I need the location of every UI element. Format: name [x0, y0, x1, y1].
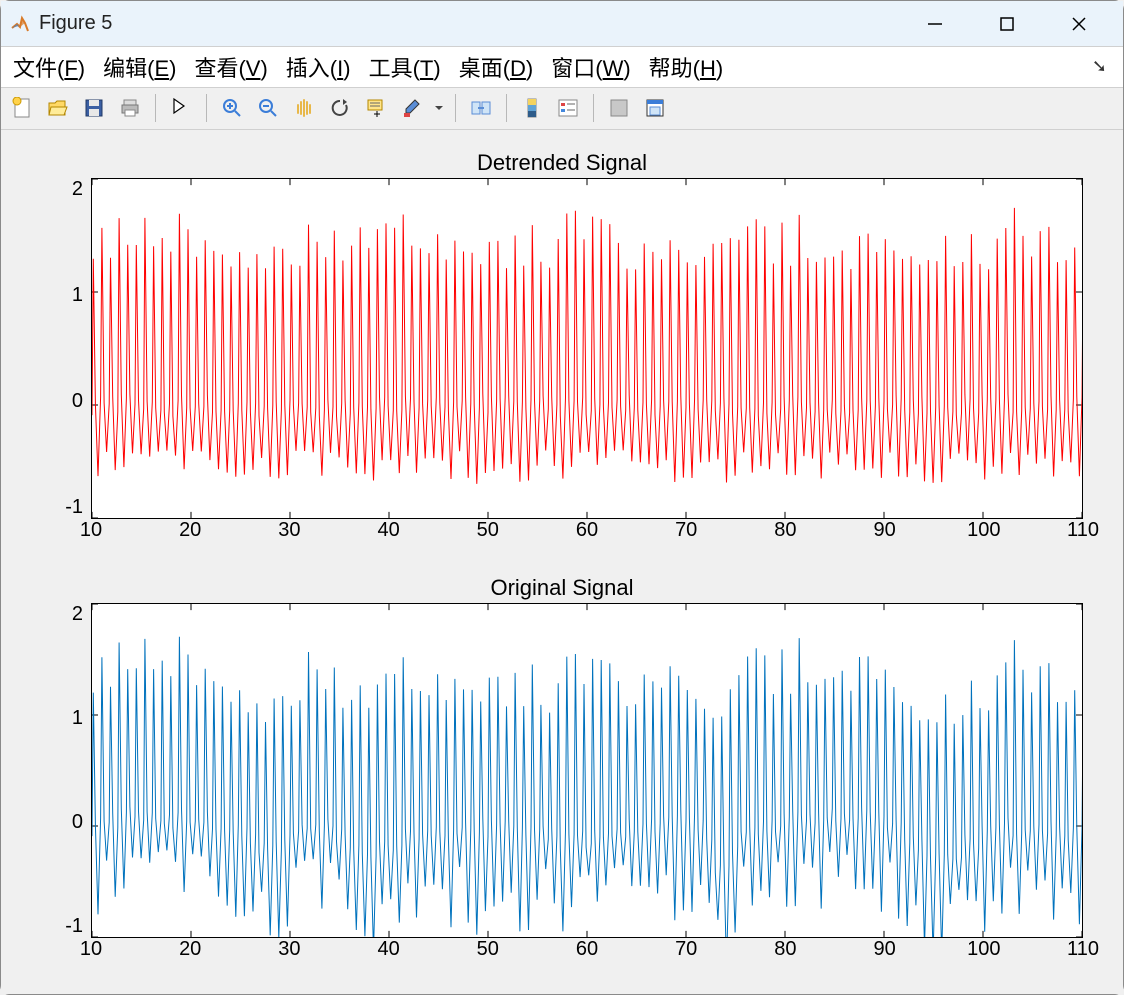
y-tick: 2: [72, 178, 83, 201]
menubar: 文件(F) 编辑(E) 查看(V) 插入(I) 工具(T) 桌面(D) 窗口(W…: [1, 47, 1123, 87]
x-tick: 80: [774, 938, 796, 961]
x-tick: 40: [377, 519, 399, 542]
x-tick: 70: [675, 519, 697, 542]
x-tick: 10: [80, 938, 102, 961]
x-tick: 100: [967, 938, 1000, 961]
menu-edit[interactable]: 编辑(E): [99, 49, 180, 85]
close-button[interactable]: [1055, 6, 1103, 42]
rotate-button[interactable]: [325, 93, 355, 123]
x-tick: 60: [576, 519, 598, 542]
menu-help[interactable]: 帮助(H): [645, 49, 728, 85]
x-tick: 80: [774, 519, 796, 542]
minimize-button[interactable]: [911, 6, 959, 42]
matlab-icon: [9, 13, 31, 35]
print-button[interactable]: [115, 93, 145, 123]
axes-1[interactable]: 2 1 0 -1: [41, 178, 1083, 519]
x-axis-1: 102030405060708090100110: [91, 519, 1083, 545]
link-button[interactable]: [466, 93, 496, 123]
x-tick: 110: [1067, 519, 1099, 542]
x-tick: 20: [179, 519, 201, 542]
toolbar-separator: [155, 94, 156, 122]
plot-area: Detrended Signal 2 1 0 -1 10203040506070…: [1, 130, 1123, 994]
x-tick: 100: [967, 519, 1000, 542]
x-tick: 10: [80, 519, 102, 542]
zoom-out-button[interactable]: [253, 93, 283, 123]
y-axis-2: 2 1 0 -1: [41, 603, 91, 938]
x-tick: 90: [873, 519, 895, 542]
show-tools-button[interactable]: [640, 93, 670, 123]
y-tick: 2: [72, 603, 83, 626]
y-tick: 0: [72, 811, 83, 834]
menu-window[interactable]: 窗口(W): [547, 49, 634, 85]
pan-button[interactable]: [289, 93, 319, 123]
x-tick: 20: [179, 938, 201, 961]
titlebar: Figure 5: [1, 1, 1123, 47]
x-tick: 50: [477, 519, 499, 542]
plot-title-2: Original Signal: [41, 575, 1083, 601]
x-tick: 60: [576, 938, 598, 961]
legend-button[interactable]: [553, 93, 583, 123]
subplot-1: Detrended Signal 2 1 0 -1 10203040506070…: [41, 150, 1083, 545]
new-figure-button[interactable]: [7, 93, 37, 123]
window-title: Figure 5: [39, 12, 911, 35]
x-tick: 110: [1067, 938, 1099, 961]
menu-insert[interactable]: 插入(I): [282, 49, 355, 85]
x-axis-2: 102030405060708090100110: [91, 938, 1083, 964]
toolbar-separator: [506, 94, 507, 122]
toolbar-separator: [206, 94, 207, 122]
figure-window: Figure 5 文件(F) 编辑(E) 查看(V) 插入(I) 工具(T) 桌…: [0, 0, 1124, 995]
toolbar-separator: [455, 94, 456, 122]
x-tick: 90: [873, 938, 895, 961]
toolbar-separator: [593, 94, 594, 122]
brush-dropdown-button[interactable]: [433, 93, 445, 123]
data-cursor-button[interactable]: [361, 93, 391, 123]
menu-view[interactable]: 查看(V): [190, 49, 271, 85]
brush-button[interactable]: [397, 93, 427, 123]
axes-2[interactable]: 2 1 0 -1: [41, 603, 1083, 938]
edit-plot-button[interactable]: [166, 93, 196, 123]
hide-tools-button[interactable]: [604, 93, 634, 123]
maximize-button[interactable]: [983, 6, 1031, 42]
menu-dock-arrow-icon[interactable]: ➘: [1092, 56, 1115, 77]
subplot-2: Original Signal 2 1 0 -1 102030405060708…: [41, 575, 1083, 964]
zoom-in-button[interactable]: [217, 93, 247, 123]
save-button[interactable]: [79, 93, 109, 123]
y-axis-1: 2 1 0 -1: [41, 178, 91, 519]
menu-file[interactable]: 文件(F): [9, 49, 89, 85]
y-tick: -1: [65, 915, 83, 938]
menu-desktop[interactable]: 桌面(D): [455, 49, 538, 85]
menu-tools[interactable]: 工具(T): [365, 49, 445, 85]
colorbar-button[interactable]: [517, 93, 547, 123]
x-tick: 30: [278, 519, 300, 542]
x-tick: 40: [377, 938, 399, 961]
y-tick: -1: [65, 496, 83, 519]
x-tick: 70: [675, 938, 697, 961]
x-tick: 30: [278, 938, 300, 961]
y-tick: 0: [72, 390, 83, 413]
window-controls: [911, 6, 1103, 42]
plot-title-1: Detrended Signal: [41, 150, 1083, 176]
y-tick: 1: [72, 284, 83, 307]
plot-box-1[interactable]: [91, 178, 1083, 519]
plot-box-2[interactable]: [91, 603, 1083, 938]
x-tick: 50: [477, 938, 499, 961]
open-button[interactable]: [43, 93, 73, 123]
y-tick: 1: [72, 707, 83, 730]
toolbar: [1, 88, 1123, 130]
